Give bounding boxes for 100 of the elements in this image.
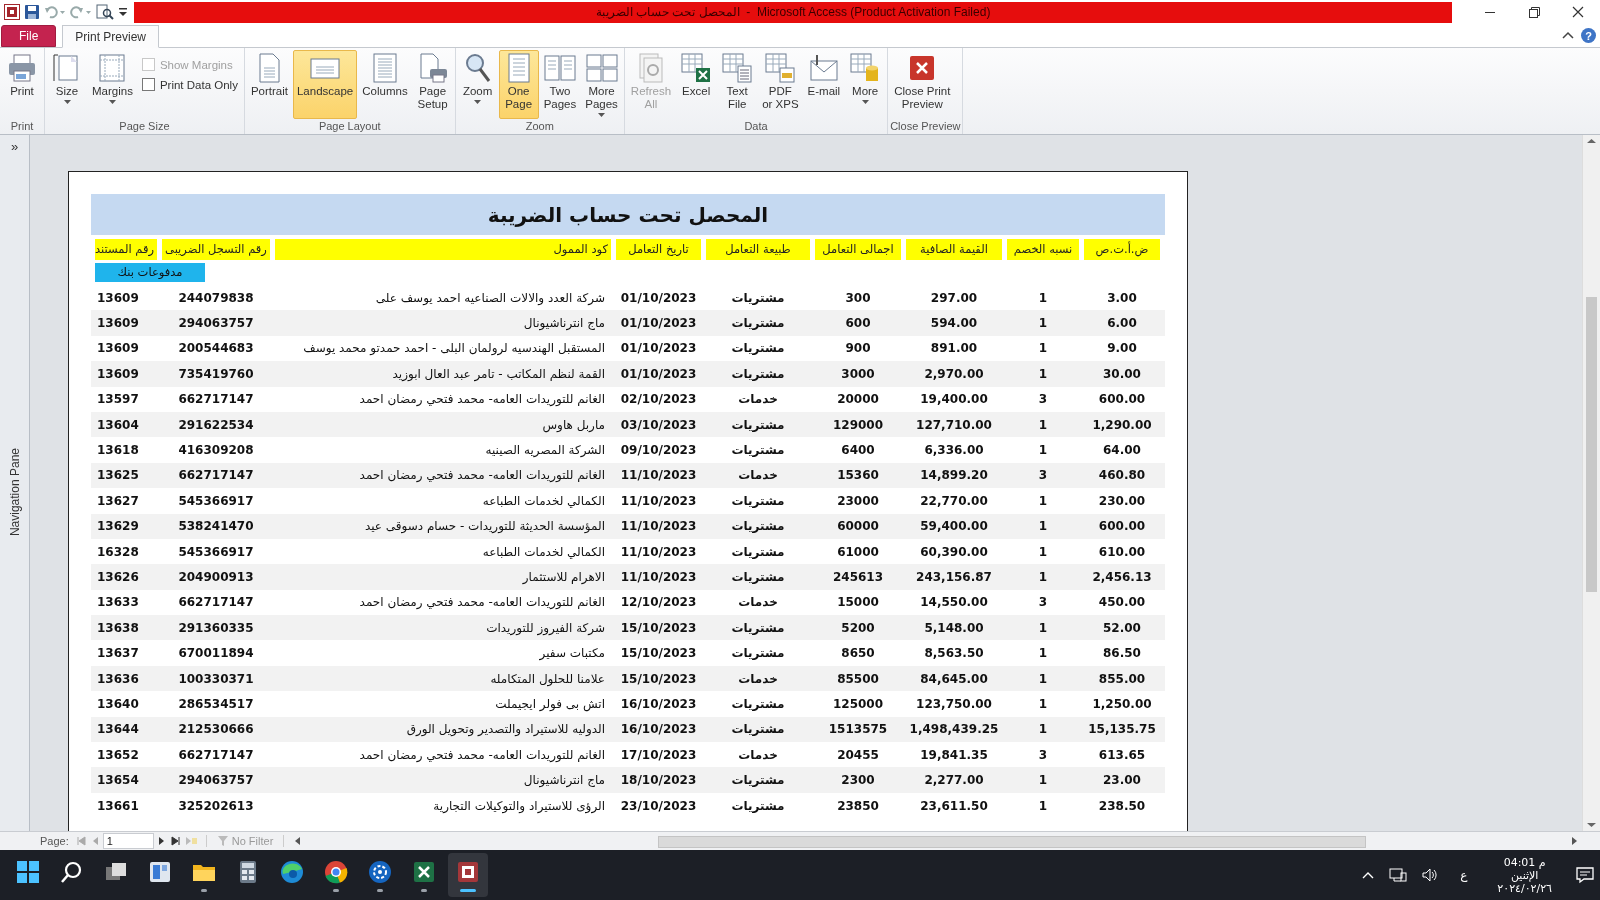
scroll-thumb[interactable] [1586, 297, 1597, 592]
ribbon-button[interactable]: Excel [676, 50, 717, 119]
table-cell-text: 13644 [96, 722, 140, 737]
table-cell-text: 15000 [836, 595, 880, 610]
ribbon-button[interactable]: Page Setup [412, 50, 453, 119]
table-cell-text: 5,148.00 [923, 620, 985, 635]
table-cell-text: الشركة المصريه الصينيه [484, 443, 606, 458]
table-cell-text: 23000 [836, 493, 880, 508]
table-cell-text: 1,250.00 [1091, 696, 1153, 711]
ribbon-tab[interactable]: Print Preview [62, 25, 160, 48]
table-cell-text: 13629 [96, 519, 140, 534]
table-cell-text: 16328 [96, 544, 140, 559]
ribbon-button[interactable]: One Page [498, 50, 539, 119]
table-cell-text: 15360 [836, 468, 880, 483]
table-cell-text: 20455 [836, 747, 880, 762]
save-icon[interactable] [24, 4, 40, 20]
ribbon-button[interactable]: Print [2, 50, 42, 119]
table-cell-text: 291622534 [177, 417, 255, 432]
notification-icon[interactable] [1575, 866, 1595, 884]
table-cell-text: 11/10/2023 [619, 570, 698, 584]
language-indicator[interactable]: ع [1460, 868, 1468, 882]
ribbon-button[interactable]: Close Print Preview [890, 50, 955, 119]
table-cell-text: 11/10/2023 [619, 544, 698, 559]
ribbon-button[interactable]: Text File [717, 50, 758, 119]
table-cell-text: 325202613 [177, 798, 255, 813]
group-label: Print [9, 120, 35, 134]
ribbon-button[interactable]: E-mail [803, 50, 845, 119]
table-cell-text: مشتريات [730, 798, 786, 813]
table-cell-text: خدمات [737, 671, 779, 686]
table-cell-text: خدمات [737, 468, 779, 483]
table-cell-text: 8,563.50 [923, 646, 985, 661]
ribbon-button[interactable]: Columns [358, 50, 412, 119]
table-cell-text: 13661 [96, 798, 140, 813]
group-label: Page Layout [317, 120, 382, 134]
table-cell-text: 30.00 [1102, 366, 1142, 381]
clock[interactable]: 04:01 م الإثنين ٢٠٢٤/٠٢/٢٦ [1497, 855, 1552, 895]
table-cell-text: 243,156.87 [915, 570, 993, 584]
table-cell-text: 03/10/2023 [619, 417, 698, 432]
table-cell-text: 18/10/2023 [619, 773, 698, 788]
help-icon[interactable]: ? [1581, 28, 1596, 43]
table-cell-text: مشتريات [730, 290, 786, 305]
ribbon-button[interactable]: Two Pages [539, 50, 581, 119]
print-preview-icon[interactable] [96, 4, 114, 20]
checkbox-option[interactable]: Print Data Only [141, 78, 238, 91]
table-cell-text: 14,550.00 [919, 595, 989, 610]
table-cell-text: 1 [1037, 722, 1049, 737]
table-cell-text: 84,645.00 [919, 671, 989, 686]
table-cell-text: 100330371 [177, 671, 255, 686]
table-cell-text: مشتريات [730, 366, 786, 381]
table-cell-text: 600 [844, 316, 872, 331]
table-cell-text: 15,135.75 [1087, 722, 1157, 737]
navigation-pane[interactable]: » Navigation Pane [0, 135, 30, 831]
table-cell-text: 1 [1037, 341, 1049, 356]
ribbon-button[interactable]: PDF or XPS [758, 50, 803, 119]
network-icon[interactable] [1389, 867, 1408, 883]
expand-toggle[interactable]: » [10, 139, 19, 154]
table-cell-text: 60,390.00 [919, 544, 989, 559]
table-cell-text: 1 [1037, 417, 1049, 432]
group-label: Data [743, 120, 769, 134]
table-cell-text: 86.50 [1102, 646, 1142, 661]
volume-icon[interactable] [1421, 867, 1440, 883]
four-pages-icon [585, 52, 618, 84]
ribbon-button[interactable]: Landscape [292, 50, 358, 119]
ribbon-button[interactable]: Zoom [457, 50, 498, 119]
taskbar-app[interactable] [448, 853, 488, 897]
last-page-icon[interactable] [169, 835, 182, 847]
app-icon[interactable] [4, 4, 20, 20]
table-cell-text: 60000 [836, 519, 880, 534]
table-cell-text: 127,710.00 [915, 417, 993, 432]
table-cell-text: 11/10/2023 [619, 468, 698, 483]
table-cell-text: 1 [1037, 671, 1049, 686]
table-cell-text: 735419760 [177, 366, 255, 381]
vertical-scrollbar[interactable] [1582, 135, 1600, 831]
page-field[interactable]: 1 [102, 833, 154, 849]
table-cell-text: 52.00 [1102, 620, 1142, 635]
table-cell-text: خدمات [737, 747, 779, 762]
table-cell-text: 200544683 [177, 341, 255, 356]
table-cell-text: 15/10/2023 [619, 620, 698, 635]
ribbon-button[interactable]: More Pages [581, 50, 622, 119]
table-cell-text: 59,400.00 [919, 519, 989, 534]
table-cell-text: 1 [1037, 773, 1049, 788]
running-indicator [421, 889, 427, 892]
ribbon-button[interactable]: Portrait [246, 50, 292, 119]
table-cell-text: 13609 [96, 290, 140, 305]
ribbon-button[interactable]: Size [47, 50, 87, 119]
running-indicator [333, 889, 339, 892]
column-header: اجمالى التعامل [815, 239, 901, 260]
table-cell-text: 1,290.00 [1091, 417, 1153, 432]
ribbon-button[interactable]: More [845, 50, 886, 119]
scroll-thumb[interactable] [658, 836, 1367, 848]
checkbox[interactable] [141, 78, 155, 91]
table-cell-text: 662717147 [177, 747, 255, 762]
table-cell-text: 1 [1037, 646, 1049, 661]
table-cell-text: اتش بى فولر ايجيملت [494, 696, 606, 711]
ribbon-button[interactable]: Margins [88, 50, 137, 119]
file-tab[interactable]: File [1, 25, 57, 47]
envelope-icon [807, 52, 840, 84]
table-cell-text: 662717147 [177, 595, 255, 610]
table-cell-text: 129000 [831, 417, 885, 432]
table-cell-text: ماج انترناشيونال [522, 316, 606, 331]
